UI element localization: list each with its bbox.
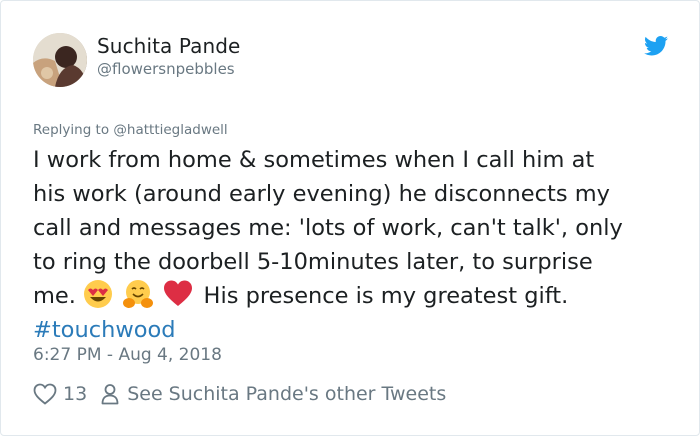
other-tweets-link[interactable]: See Suchita Pande's other Tweets [127,383,446,405]
replying-to: Replying to @hatttiegladwell [33,122,228,138]
tweet-text: I work from home & sometimes when I call… [33,143,683,347]
profile-photo [33,33,87,87]
tweet-line: me. His presence is my greatest gift. [33,279,683,313]
person-icon [101,384,119,405]
hugging-face-emoji [123,280,154,308]
hashtag-link[interactable]: #touchwood [33,317,176,343]
heart-outline-icon[interactable] [33,383,57,405]
tweet-line: call and messages me: 'lots of work, can… [33,215,623,241]
user-name[interactable]: Suchita Pande [97,34,240,58]
tweet-timestamp[interactable]: 6:27 PM - Aug 4, 2018 [33,345,222,365]
like-count[interactable]: 13 [63,383,87,405]
tweet-line: #touchwood [33,313,683,347]
twitter-bird-icon[interactable] [644,36,668,56]
tweet-line: to ring the doorbell 5-10minutes later, … [33,249,593,275]
heart-eyes-emoji [84,280,113,308]
avatar[interactable] [33,33,87,87]
tweet-line5-start: me. [33,283,76,309]
tweet-line: I work from home & sometimes when I call… [33,147,595,173]
tweet-line5-end: His presence is my greatest gift. [203,283,569,309]
tweet-actions: 13 See Suchita Pande's other Tweets [33,381,446,407]
replying-handle-link[interactable]: @hatttiegladwell [113,122,227,138]
red-heart-emoji [164,280,193,306]
tweet-card: Suchita Pande @flowersnpebbles Replying … [0,0,700,436]
tweet-line: his work (around early evening) he disco… [33,181,610,207]
user-handle[interactable]: @flowersnpebbles [97,60,235,78]
replying-prefix: Replying to [33,122,114,138]
